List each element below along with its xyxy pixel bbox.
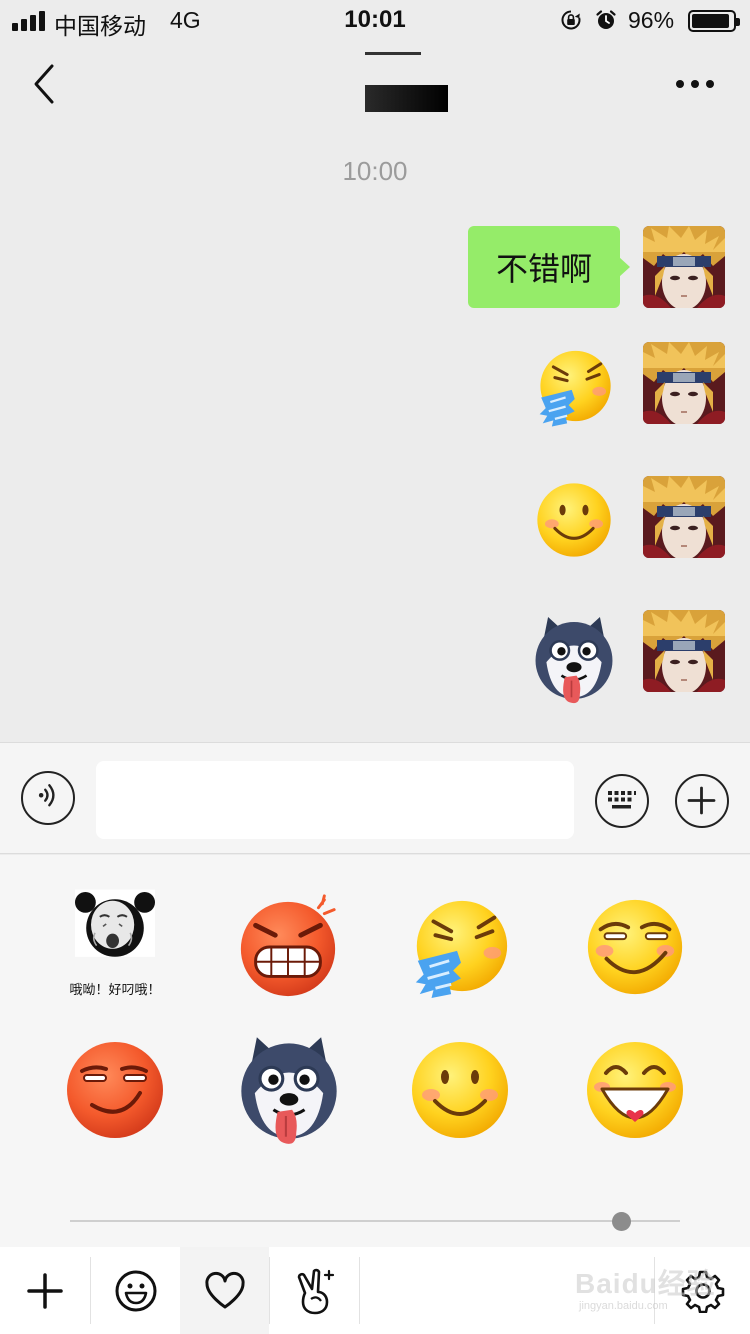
my-avatar[interactable] — [643, 342, 725, 424]
chat-timestamp: 10:00 — [342, 156, 408, 186]
message-input[interactable] — [96, 761, 574, 839]
add-icon — [27, 1272, 63, 1309]
battery-icon — [688, 10, 740, 32]
my-avatar[interactable] — [643, 476, 725, 558]
watermark-main-text: Baidu经验 — [575, 1268, 716, 1299]
message-bubble[interactable]: 不错啊 — [468, 226, 630, 308]
emoji-panel: 哦呦！好叼哦！ — [0, 855, 750, 1247]
husky-tongue-emoji[interactable] — [232, 1031, 346, 1145]
husky-tongue-emoji[interactable] — [528, 612, 620, 704]
voice-button[interactable] — [21, 771, 75, 825]
panda-meme-image — [75, 889, 155, 957]
panda-meme-sticker[interactable]: 哦呦！好叼哦！ — [60, 888, 170, 998]
smile-emoji[interactable] — [532, 478, 616, 562]
my-avatar[interactable] — [643, 610, 725, 692]
my-avatar[interactable] — [643, 226, 725, 308]
angry-spitting-emoji[interactable] — [405, 892, 515, 1000]
input-bar — [0, 742, 750, 854]
panda-meme-caption: 哦呦！好叼哦！ — [69, 982, 161, 997]
title-indicator — [365, 52, 421, 55]
more-options-button[interactable] — [670, 72, 720, 96]
keyboard-button[interactable] — [595, 774, 649, 828]
favorites-tab[interactable] — [180, 1247, 269, 1334]
message-text: 不错啊 — [495, 251, 592, 287]
baidu-watermark: Baidu经验 jingyan.baidu.com — [575, 1262, 725, 1322]
watermark-sub-text: jingyan.baidu.com — [579, 1300, 668, 1312]
page-indicator-dot[interactable] — [612, 1212, 631, 1231]
keyboard-icon — [608, 791, 636, 809]
angry-grimace-emoji[interactable] — [232, 892, 344, 1000]
gesture-icon — [297, 1268, 334, 1314]
emoji-face-icon — [115, 1270, 156, 1311]
status-bar: 中国移动 4G 10:01 96% — [0, 0, 750, 40]
back-button[interactable] — [28, 62, 64, 106]
plus-circle-icon — [687, 786, 716, 815]
add-sticker-tab[interactable] — [0, 1247, 90, 1334]
voice-icon — [38, 784, 55, 807]
battery-percent: 96% — [628, 7, 675, 33]
gesture-sticker-tab[interactable] — [270, 1247, 359, 1334]
more-dots-icon — [676, 80, 684, 88]
alarm-icon — [596, 10, 616, 29]
smile-emoji[interactable] — [405, 1035, 515, 1145]
plus-button[interactable] — [675, 774, 729, 828]
page-indicator-track — [70, 1220, 680, 1222]
red-smirk-emoji[interactable] — [60, 1035, 170, 1145]
angry-spitting-emoji[interactable] — [532, 344, 616, 428]
emoji-tab[interactable] — [91, 1247, 180, 1334]
orientation-lock-icon — [561, 10, 581, 30]
smirk-emoji[interactable] — [580, 892, 690, 1000]
heart-icon — [204, 1271, 245, 1308]
laugh-heart-emoji[interactable] — [580, 1035, 690, 1145]
chevron-left-icon — [34, 64, 54, 104]
chat-title-redacted — [365, 85, 448, 112]
